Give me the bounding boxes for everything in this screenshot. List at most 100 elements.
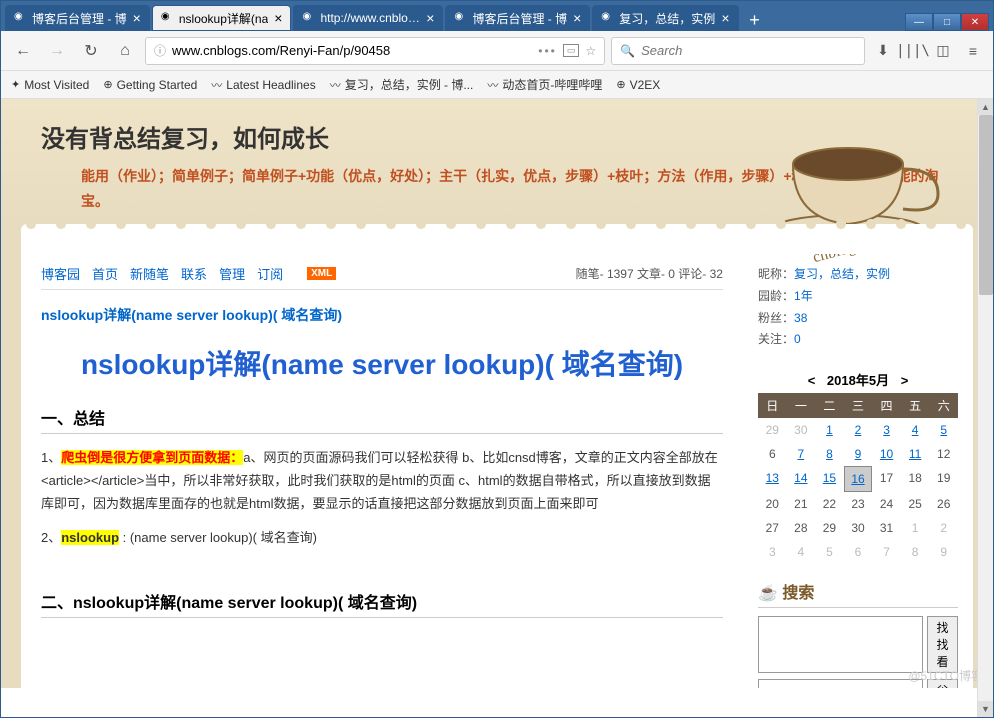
cal-day: 12 [929, 442, 958, 466]
tab-favicon: ◉ [161, 11, 175, 25]
cal-day[interactable]: 16 [844, 466, 873, 492]
cal-day[interactable]: 11 [901, 442, 930, 466]
bookmark-item[interactable]: ⊕V2EX [616, 76, 660, 93]
blog-nav-link[interactable]: 订阅 [257, 267, 283, 282]
tab-favicon: ◉ [14, 11, 28, 25]
post-title-link[interactable]: nslookup详解(name server lookup)( 域名查询) [41, 305, 723, 325]
cal-next[interactable]: > [893, 373, 917, 388]
browser-tab[interactable]: ◉nslookup详解(na× [152, 5, 292, 31]
forward-button[interactable]: → [43, 37, 71, 65]
url-bar[interactable]: ⓘ ••• ▭ ☆ [145, 37, 605, 65]
cal-day: 19 [929, 466, 958, 492]
bookmark-star-icon[interactable]: ☆ [585, 44, 596, 58]
close-button[interactable]: ✕ [961, 13, 989, 31]
profile-row: 昵称：复习，总结，实例 [758, 264, 958, 286]
page-content[interactable]: cnblogs.com 没有背总结复习，如何成长 能用（作业）；简单例子；简单例… [1, 99, 993, 688]
bookmark-item[interactable]: 〰Latest Headlines [211, 76, 315, 93]
profile-value[interactable]: 0 [794, 332, 801, 346]
profile-value[interactable]: 复习，总结，实例 [794, 267, 890, 281]
blog-nav-link[interactable]: 博客园 [41, 267, 80, 282]
cal-day[interactable]: 2 [844, 418, 873, 442]
cal-day: 29 [815, 516, 844, 540]
cal-day[interactable]: 3 [872, 418, 901, 442]
scroll-thumb[interactable] [979, 115, 993, 295]
scroll-down-arrow[interactable]: ▼ [978, 701, 993, 717]
cal-day[interactable]: 14 [787, 466, 816, 492]
back-button[interactable]: ← [9, 37, 37, 65]
sidebar: 昵称：复习，总结，实例园龄：1年粉丝：38关注：0 < 2018年5月 > 日一… [743, 254, 973, 688]
tab-favicon: ◉ [454, 11, 468, 25]
browser-tab[interactable]: ◉ 博客后台管理 - 博 × [445, 5, 590, 31]
reader-icon[interactable]: ▭ [563, 44, 580, 57]
cal-day[interactable]: 13 [758, 466, 787, 492]
tab-close-icon[interactable]: × [426, 10, 434, 26]
minimize-button[interactable]: ― [905, 13, 933, 31]
tab-strip: ◉博客后台管理 - 博×◉nslookup详解(na×◉http://www.c… [1, 1, 993, 31]
blog-search-input[interactable] [758, 616, 923, 673]
window-controls: ― □ ✕ [905, 13, 989, 31]
cal-day[interactable]: 4 [901, 418, 930, 442]
cal-day[interactable]: 9 [844, 442, 873, 466]
xml-badge[interactable]: XML [307, 267, 336, 280]
cal-day: 4 [787, 540, 816, 564]
menu-icon[interactable]: ≡ [961, 39, 985, 63]
page-actions-icon[interactable]: ••• [538, 44, 557, 58]
cal-day[interactable]: 7 [787, 442, 816, 466]
maximize-button[interactable]: □ [933, 13, 961, 31]
cal-day[interactable]: 8 [815, 442, 844, 466]
tab-label: 博客后台管理 - 博 [472, 10, 567, 27]
blog-nav-link[interactable]: 管理 [219, 267, 245, 282]
cal-day[interactable]: 5 [929, 418, 958, 442]
cal-prev[interactable]: < [800, 373, 824, 388]
cal-day: 6 [758, 442, 787, 466]
scroll-up-arrow[interactable]: ▲ [978, 99, 993, 115]
browser-window: ◉博客后台管理 - 博×◉nslookup详解(na×◉http://www.c… [0, 0, 994, 718]
browser-tab[interactable]: ◉博客后台管理 - 博× [5, 5, 150, 31]
download-icon[interactable]: ⬇ [871, 39, 895, 63]
tab-close-icon[interactable]: × [573, 10, 581, 26]
profile-value[interactable]: 38 [794, 311, 807, 325]
bookmark-item[interactable]: 〰动态首页-哔哩哔哩 [487, 76, 602, 93]
blog-nav-link[interactable]: 新随笔 [130, 267, 169, 282]
new-tab-button[interactable]: + [741, 9, 769, 31]
reload-button[interactable]: ↻ [77, 37, 105, 65]
cal-day[interactable]: 1 [815, 418, 844, 442]
browser-tab[interactable]: ◉复习，总结，实例× [592, 5, 738, 31]
blog-nav-link[interactable]: 首页 [92, 267, 118, 282]
info-icon[interactable]: ⓘ [154, 42, 166, 59]
main-wrap: 博客园首页新随笔联系管理订阅 XML 随笔- 1397 文章- 0 评论- 32… [21, 254, 973, 688]
bookmark-item[interactable]: ✦Most Visited [11, 76, 89, 93]
search-bar[interactable]: 🔍 [611, 37, 865, 65]
highlight-2: nslookup [61, 530, 119, 545]
bookmark-icon: 〰 [211, 77, 222, 93]
cal-day: 25 [901, 492, 930, 516]
cal-day: 1 [901, 516, 930, 540]
sidebar-icon[interactable]: ◫ [931, 39, 955, 63]
tab-close-icon[interactable]: × [133, 10, 141, 26]
tab-close-icon[interactable]: × [274, 10, 282, 26]
cal-day: 31 [872, 516, 901, 540]
bookmarks-bar: ✦Most Visited ⊕Getting Started 〰Latest Hea… [1, 71, 993, 99]
browser-tab[interactable]: ◉http://www.cnblogs× [293, 5, 443, 31]
blog-search-button[interactable]: 找找看 [927, 616, 958, 673]
search-input[interactable] [641, 43, 856, 58]
cal-month: 2018年5月 [827, 373, 889, 388]
cal-day[interactable]: 10 [872, 442, 901, 466]
blog-nav-link[interactable]: 联系 [181, 267, 207, 282]
tab-favicon: ◉ [601, 11, 615, 25]
bookmark-item[interactable]: ⊕Getting Started [103, 76, 197, 93]
cal-day[interactable]: 15 [815, 466, 844, 492]
url-input[interactable] [172, 43, 532, 58]
bookmark-label: V2EX [630, 78, 661, 92]
home-button[interactable]: ⌂ [111, 37, 139, 65]
section-detail: 二、nslookup详解(name server lookup)( 域名查询) [41, 589, 723, 618]
search-icon: 🔍 [620, 44, 635, 58]
profile-value[interactable]: 1年 [794, 289, 813, 303]
vertical-scrollbar[interactable]: ▲ ▼ [977, 99, 993, 717]
library-icon[interactable]: |||\ [901, 39, 925, 63]
tab-close-icon[interactable]: × [721, 10, 729, 26]
cal-day: 26 [929, 492, 958, 516]
bookmark-item[interactable]: 〰复习，总结，实例 - 博... [330, 76, 474, 93]
highlight-1: 爬虫倒是很方便拿到页面数据： [61, 450, 243, 465]
google-search-input[interactable] [758, 679, 923, 688]
